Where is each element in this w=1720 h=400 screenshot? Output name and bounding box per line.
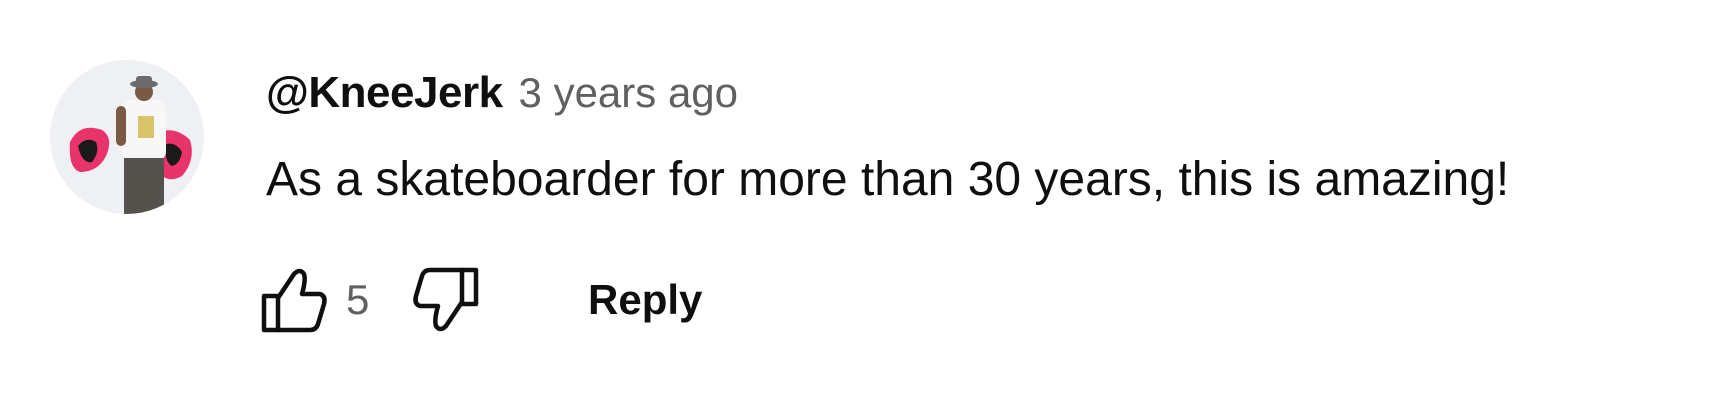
thumbs-down-icon (413, 267, 479, 332)
dislike-button[interactable] (408, 262, 484, 338)
thumbs-up-icon (261, 268, 327, 333)
like-count: 5 (346, 276, 370, 323)
reply-button[interactable]: Reply (584, 268, 706, 332)
author-name[interactable]: @KneeJerk (266, 68, 503, 118)
like-button[interactable] (256, 262, 332, 338)
comment-action-bar: 5 Reply (256, 262, 706, 338)
comment-header: @KneeJerk 3 years ago (266, 68, 738, 118)
comment-thread-item: @KneeJerk 3 years ago As a skateboarder … (0, 0, 1720, 400)
comment-timestamp[interactable]: 3 years ago (519, 69, 738, 117)
avatar-photo (50, 60, 204, 214)
comment-text: As a skateboarder for more than 30 years… (266, 153, 1510, 206)
author-avatar[interactable] (50, 60, 204, 214)
